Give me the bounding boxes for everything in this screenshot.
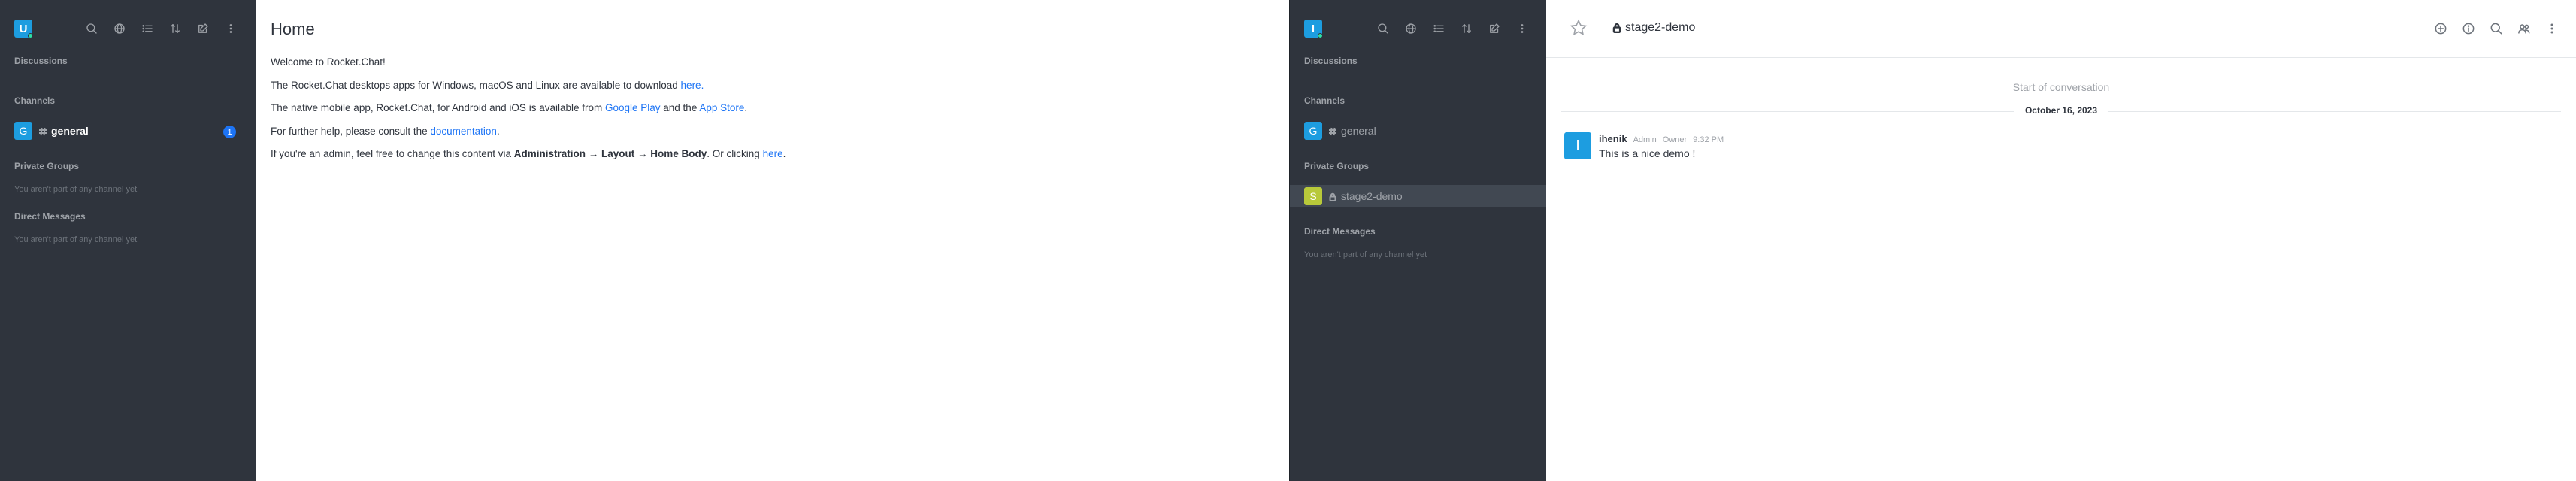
start-of-conversation: Start of conversation	[2012, 81, 2110, 93]
sidebar-section-channels: Channels	[14, 95, 56, 106]
home-desktop-line: The Rocket.Chat desktops apps for Window…	[271, 79, 786, 102]
desktop-download-link[interactable]: here.	[681, 80, 704, 91]
date-divider: October 16, 2023	[1561, 104, 2561, 119]
sidebar-section-discussions[interactable]: Discussions	[0, 56, 68, 66]
message-text: This is a nice demo !	[1599, 147, 1696, 159]
home-body: Welcome to Rocket.Chat! The Rocket.Chat …	[271, 56, 786, 171]
admin-here-link[interactable]: here	[763, 148, 783, 159]
home-welcome-line: Welcome to Rocket.Chat!	[271, 56, 386, 68]
unread-badge: 1	[223, 126, 236, 138]
direct-messages-empty-text: You aren't part of any channel yet	[1304, 250, 1427, 259]
kebab-menu-icon[interactable]	[2544, 21, 2559, 40]
lock-icon	[1612, 23, 1621, 33]
search-icon[interactable]	[1369, 20, 1397, 38]
home-mobile-line: The native mobile app, Rocket.Chat, for …	[271, 101, 786, 125]
discussion-icon[interactable]	[2433, 21, 2448, 40]
sort-icon[interactable]	[161, 20, 189, 38]
sort-icon[interactable]	[1452, 20, 1480, 38]
room-title-text: stage2-demo	[1625, 21, 1696, 34]
room-main: stage2-demo Start of conversation Octobe…	[1546, 0, 2576, 481]
sidebar-section-private-groups: Private Groups	[1304, 161, 1370, 171]
display-list-icon[interactable]	[1424, 20, 1452, 38]
sidebar-toolbar	[1369, 20, 1536, 38]
help-end-text: .	[496, 125, 500, 137]
sidebar-item-general[interactable]: G general 1	[0, 119, 256, 142]
page-title: Home	[271, 20, 315, 38]
kebab-menu-icon[interactable]	[216, 20, 244, 38]
sidebar-section-discussions[interactable]: Discussions	[1290, 56, 1358, 66]
room-info-icon[interactable]	[2461, 21, 2476, 40]
room-avatar: S	[1304, 187, 1322, 205]
desktop-text: The Rocket.Chat desktops apps for Window…	[271, 79, 681, 91]
room-avatar: G	[14, 122, 32, 140]
private-groups-empty-text: You aren't part of any channel yet	[14, 185, 138, 194]
hashtag-icon	[1328, 126, 1337, 136]
sidebar-section-direct-messages: Direct Messages	[14, 211, 86, 222]
app-store-link[interactable]: App Store	[699, 102, 744, 113]
sidebar-item-label: general	[51, 125, 89, 137]
sidebar-section-channels: Channels	[1304, 95, 1346, 106]
message-header: ihenik Admin Owner 9:32 PM	[1599, 133, 1724, 144]
mobile-end-text: .	[744, 102, 748, 113]
right-sidebar: I Discussions Channels G general Private…	[1289, 0, 1546, 481]
display-list-icon[interactable]	[133, 20, 161, 38]
admin-path: Administration → Layout → Home Body	[513, 148, 707, 159]
sidebar-toolbar	[77, 20, 244, 38]
sidebar-item-general[interactable]: G general	[1290, 119, 1546, 142]
room-header: stage2-demo	[1546, 0, 2576, 58]
google-play-link[interactable]: Google Play	[605, 102, 661, 113]
date-divider-label: October 16, 2023	[2014, 105, 2108, 116]
sidebar-header: I	[1290, 0, 1546, 56]
documentation-link[interactable]: documentation	[430, 126, 497, 137]
room-title: stage2-demo	[1612, 21, 1695, 35]
search-icon[interactable]	[77, 20, 105, 38]
directory-globe-icon[interactable]	[105, 20, 133, 38]
sidebar-item-label: general	[1341, 125, 1376, 137]
mobile-text: The native mobile app, Rocket.Chat, for …	[271, 102, 605, 113]
user-avatar[interactable]: I	[1304, 20, 1323, 38]
favorite-star-icon[interactable]	[1570, 19, 1588, 37]
sidebar-header: U	[0, 0, 256, 56]
role-badge-admin: Admin	[1633, 135, 1657, 144]
room-toolbar	[2433, 21, 2559, 40]
left-sidebar: U Discussions Channels G general 1 Priva…	[0, 0, 256, 481]
search-messages-icon[interactable]	[2489, 21, 2504, 40]
sidebar-section-direct-messages: Direct Messages	[1304, 226, 1376, 237]
sidebar-item-label: stage2-demo	[1341, 190, 1403, 202]
status-online-icon	[1318, 33, 1323, 38]
message-username[interactable]: ihenik	[1599, 133, 1627, 144]
hashtag-icon	[38, 126, 47, 136]
home-help-line: For further help, please consult the doc…	[271, 125, 786, 148]
direct-messages-empty-text: You aren't part of any channel yet	[14, 235, 138, 244]
user-avatar-letter: U	[19, 22, 28, 35]
kebab-menu-icon[interactable]	[1508, 20, 1536, 38]
lock-icon	[1328, 192, 1337, 201]
message-time: 9:32 PM	[1693, 135, 1724, 144]
mobile-mid-text: and the	[660, 102, 700, 113]
admin-text: If you're an admin, feel free to change …	[271, 148, 514, 159]
user-avatar-letter: I	[1311, 22, 1315, 35]
avatar[interactable]: I	[1564, 132, 1591, 159]
create-new-icon[interactable]	[189, 20, 216, 38]
create-new-icon[interactable]	[1480, 20, 1508, 38]
members-icon[interactable]	[2517, 21, 2532, 40]
room-avatar: G	[1304, 122, 1322, 140]
admin-mid-text: . Or clicking	[707, 148, 763, 159]
status-online-icon	[28, 33, 33, 38]
admin-end-text: .	[782, 148, 786, 159]
help-text: For further help, please consult the	[271, 125, 431, 137]
directory-globe-icon[interactable]	[1397, 20, 1424, 38]
sidebar-item-stage2-demo[interactable]: S stage2-demo	[1290, 185, 1546, 207]
home-admin-line: If you're an admin, feel free to change …	[271, 147, 786, 171]
user-avatar[interactable]: U	[14, 20, 33, 38]
home-main: Home Welcome to Rocket.Chat! The Rocket.…	[256, 0, 1289, 481]
role-badge-owner: Owner	[1662, 135, 1688, 144]
sidebar-section-private-groups: Private Groups	[14, 161, 80, 171]
